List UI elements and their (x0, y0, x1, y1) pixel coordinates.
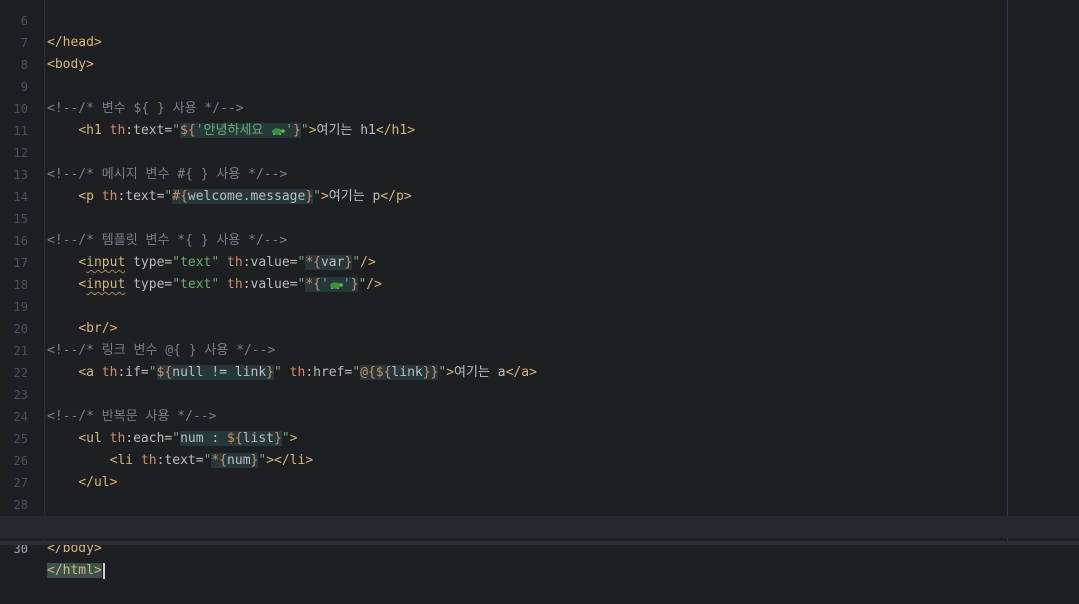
code-line[interactable]: 26 </ul> (0, 428, 1079, 490)
code-line[interactable]: 20 <!--/* 링크 변수 @{ } 사용 */--> (0, 296, 1079, 358)
code-line[interactable]: 14 (0, 164, 1079, 204)
code-line[interactable]: 7 <body> (0, 10, 1079, 72)
code-line[interactable]: 18 (0, 252, 1079, 292)
code-line[interactable]: 8 (0, 32, 1079, 72)
code-line[interactable]: 22 (0, 340, 1079, 380)
code-line[interactable]: 11 (0, 98, 1079, 138)
code-editor[interactable]: 6 </head> 7 <body> 8 9 <!--/* 변수 ${ } 사용… (0, 0, 1079, 579)
code-line[interactable]: 28 (0, 472, 1079, 512)
code-line[interactable]: 23 <!--/* 반복문 사용 */--> (0, 362, 1079, 424)
code-line[interactable]: 27 (0, 450, 1079, 490)
code-line[interactable]: 17 <input type="text" th:value="*{' '}"/> (0, 230, 1079, 292)
code-line[interactable]: 12 <!--/* 메시지 변수 #{ } 사용 */--> (0, 120, 1079, 182)
code-line[interactable]: 25 <li th:text="*{num}"></li> (0, 406, 1079, 468)
code-line[interactable]: 15 <!--/* 템플릿 변수 *{ } 사용 */--> (0, 186, 1079, 248)
code-line[interactable]: 24 <ul th:each="num : ${list}"> (0, 384, 1079, 446)
text-cursor (102, 562, 105, 579)
code-line[interactable]: 9 <!--/* 변수 ${ } 사용 */--> (0, 54, 1079, 116)
code-line[interactable]: 13 <p th:text="#{welcome.message}">여기는 p… (0, 142, 1079, 204)
code-line[interactable]: 29 </body> (0, 494, 1079, 556)
token-tag: </html> (47, 563, 102, 578)
code-line[interactable]: 10 <h1 th:text="${'안녕하세요 '}">여기는 h1</h1> (0, 76, 1079, 138)
horizontal-scrollbar[interactable] (0, 541, 1079, 545)
code-line-current[interactable]: 30 </html> (0, 516, 1079, 579)
code-line[interactable]: 21 <a th:if="${null != link}" th:href="@… (0, 318, 1079, 380)
code-line[interactable]: 19 <br/> (0, 274, 1079, 336)
code-line[interactable]: 6 </head> (0, 0, 1079, 50)
code-line[interactable]: 16 <input type="text" th:value="*{var}"/… (0, 208, 1079, 270)
